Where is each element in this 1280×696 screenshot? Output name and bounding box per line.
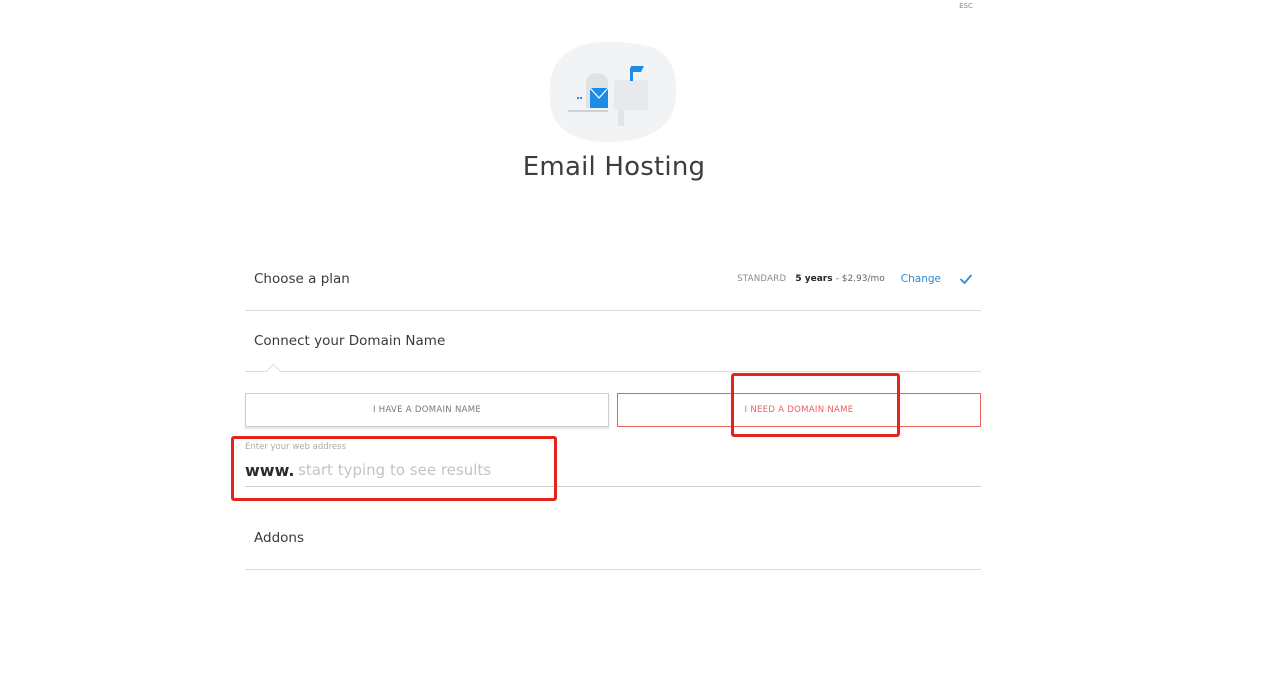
addons-section: Addons: [245, 509, 981, 570]
plan-price: - $2.93/mo: [835, 274, 885, 284]
page-title: Email Hosting: [522, 152, 706, 182]
checkmark-icon: [960, 274, 972, 284]
highlight-box-web-address: [231, 436, 557, 501]
email-hosting-page: ✕ ESC Email Hosting Choose a plan STANDA…: [0, 0, 1280, 696]
close-button[interactable]: ✕ ESC: [952, 0, 980, 10]
plan-tier: STANDARD: [737, 274, 787, 284]
have-domain-button[interactable]: I HAVE A DOMAIN NAME: [245, 393, 609, 427]
plan-term: 5 years: [795, 274, 833, 284]
change-plan-link[interactable]: Change: [901, 273, 941, 285]
domain-section-label: Connect your Domain Name: [254, 333, 446, 349]
esc-label: ESC: [959, 2, 973, 10]
highlight-box-need-domain: [731, 373, 900, 437]
domain-section: Connect your Domain Name: [245, 311, 981, 372]
plan-section: Choose a plan STANDARD 5 years - $2.93/m…: [245, 250, 981, 311]
plan-summary: STANDARD 5 years - $2.93/mo Change: [737, 272, 973, 286]
mailbox-illustration: [549, 41, 677, 142]
addons-section-label: Addons: [254, 530, 304, 546]
plan-section-label: Choose a plan: [254, 271, 350, 287]
